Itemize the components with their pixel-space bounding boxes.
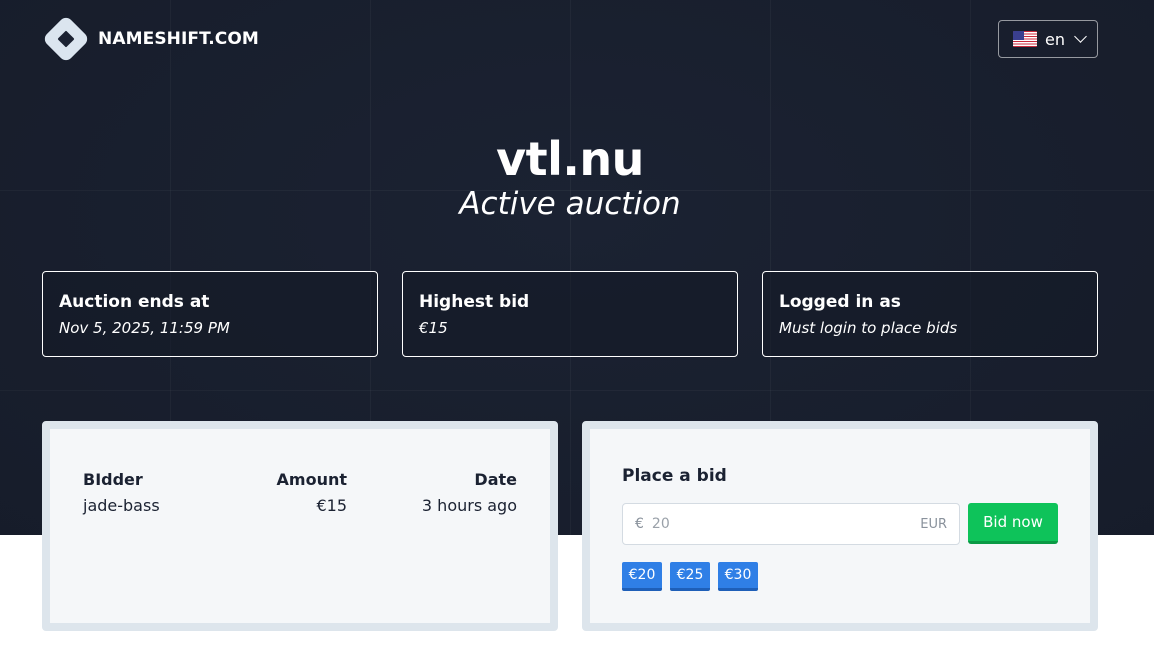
nameshift-logo-icon <box>41 14 91 64</box>
date-header: Date <box>474 469 517 489</box>
auction-end-label: Auction ends at <box>59 292 210 312</box>
logged-in-card: Logged in as Must login to place bids <box>762 271 1098 357</box>
domain-title: vtl.nu <box>496 132 644 186</box>
amount-cell: €15 <box>316 495 347 515</box>
quick-bid-button-20[interactable]: €20 <box>622 562 662 591</box>
bid-amount-field[interactable]: € EUR <box>622 503 960 545</box>
quick-bid-button-30[interactable]: €30 <box>718 562 758 591</box>
bids-table: BIdder Amount Date jade-bass €15 3 hours… <box>83 466 517 518</box>
bids-table-header: BIdder Amount Date <box>83 466 517 492</box>
bids-panel: BIdder Amount Date jade-bass €15 3 hours… <box>42 421 558 631</box>
brand-logo[interactable]: NAMESHIFT.COM <box>41 14 259 64</box>
date-cell: 3 hours ago <box>421 495 517 515</box>
bid-amount-input[interactable] <box>651 516 921 532</box>
highest-bid-label: Highest bid <box>419 292 530 312</box>
logged-in-value: Must login to place bids <box>779 319 958 337</box>
chevron-down-icon <box>1074 30 1087 43</box>
bid-now-button[interactable]: Bid now <box>968 503 1058 544</box>
place-bid-title: Place a bid <box>622 466 727 486</box>
us-flag-icon <box>1013 31 1037 47</box>
language-selector[interactable]: en <box>998 20 1098 58</box>
currency-code: EUR <box>920 516 947 532</box>
place-bid-panel: Place a bid € EUR Bid now €20 €25 €30 <box>582 421 1098 631</box>
table-row: jade-bass €15 3 hours ago <box>83 492 517 518</box>
auction-status: Active auction <box>459 186 681 222</box>
amount-header: Amount <box>276 469 347 489</box>
quick-bid-button-25[interactable]: €25 <box>670 562 710 591</box>
highest-bid-value: €15 <box>419 319 448 337</box>
auction-end-card: Auction ends at Nov 5, 2025, 11:59 PM <box>42 271 378 357</box>
bidder-cell: jade-bass <box>83 495 160 515</box>
logged-in-label: Logged in as <box>779 292 901 312</box>
bidder-header: BIdder <box>83 469 143 489</box>
auction-end-value: Nov 5, 2025, 11:59 PM <box>59 319 230 337</box>
currency-symbol: € <box>635 516 644 532</box>
language-label: en <box>1045 29 1065 49</box>
brand-name: NAMESHIFT.COM <box>98 29 259 49</box>
highest-bid-card: Highest bid €15 <box>402 271 738 357</box>
